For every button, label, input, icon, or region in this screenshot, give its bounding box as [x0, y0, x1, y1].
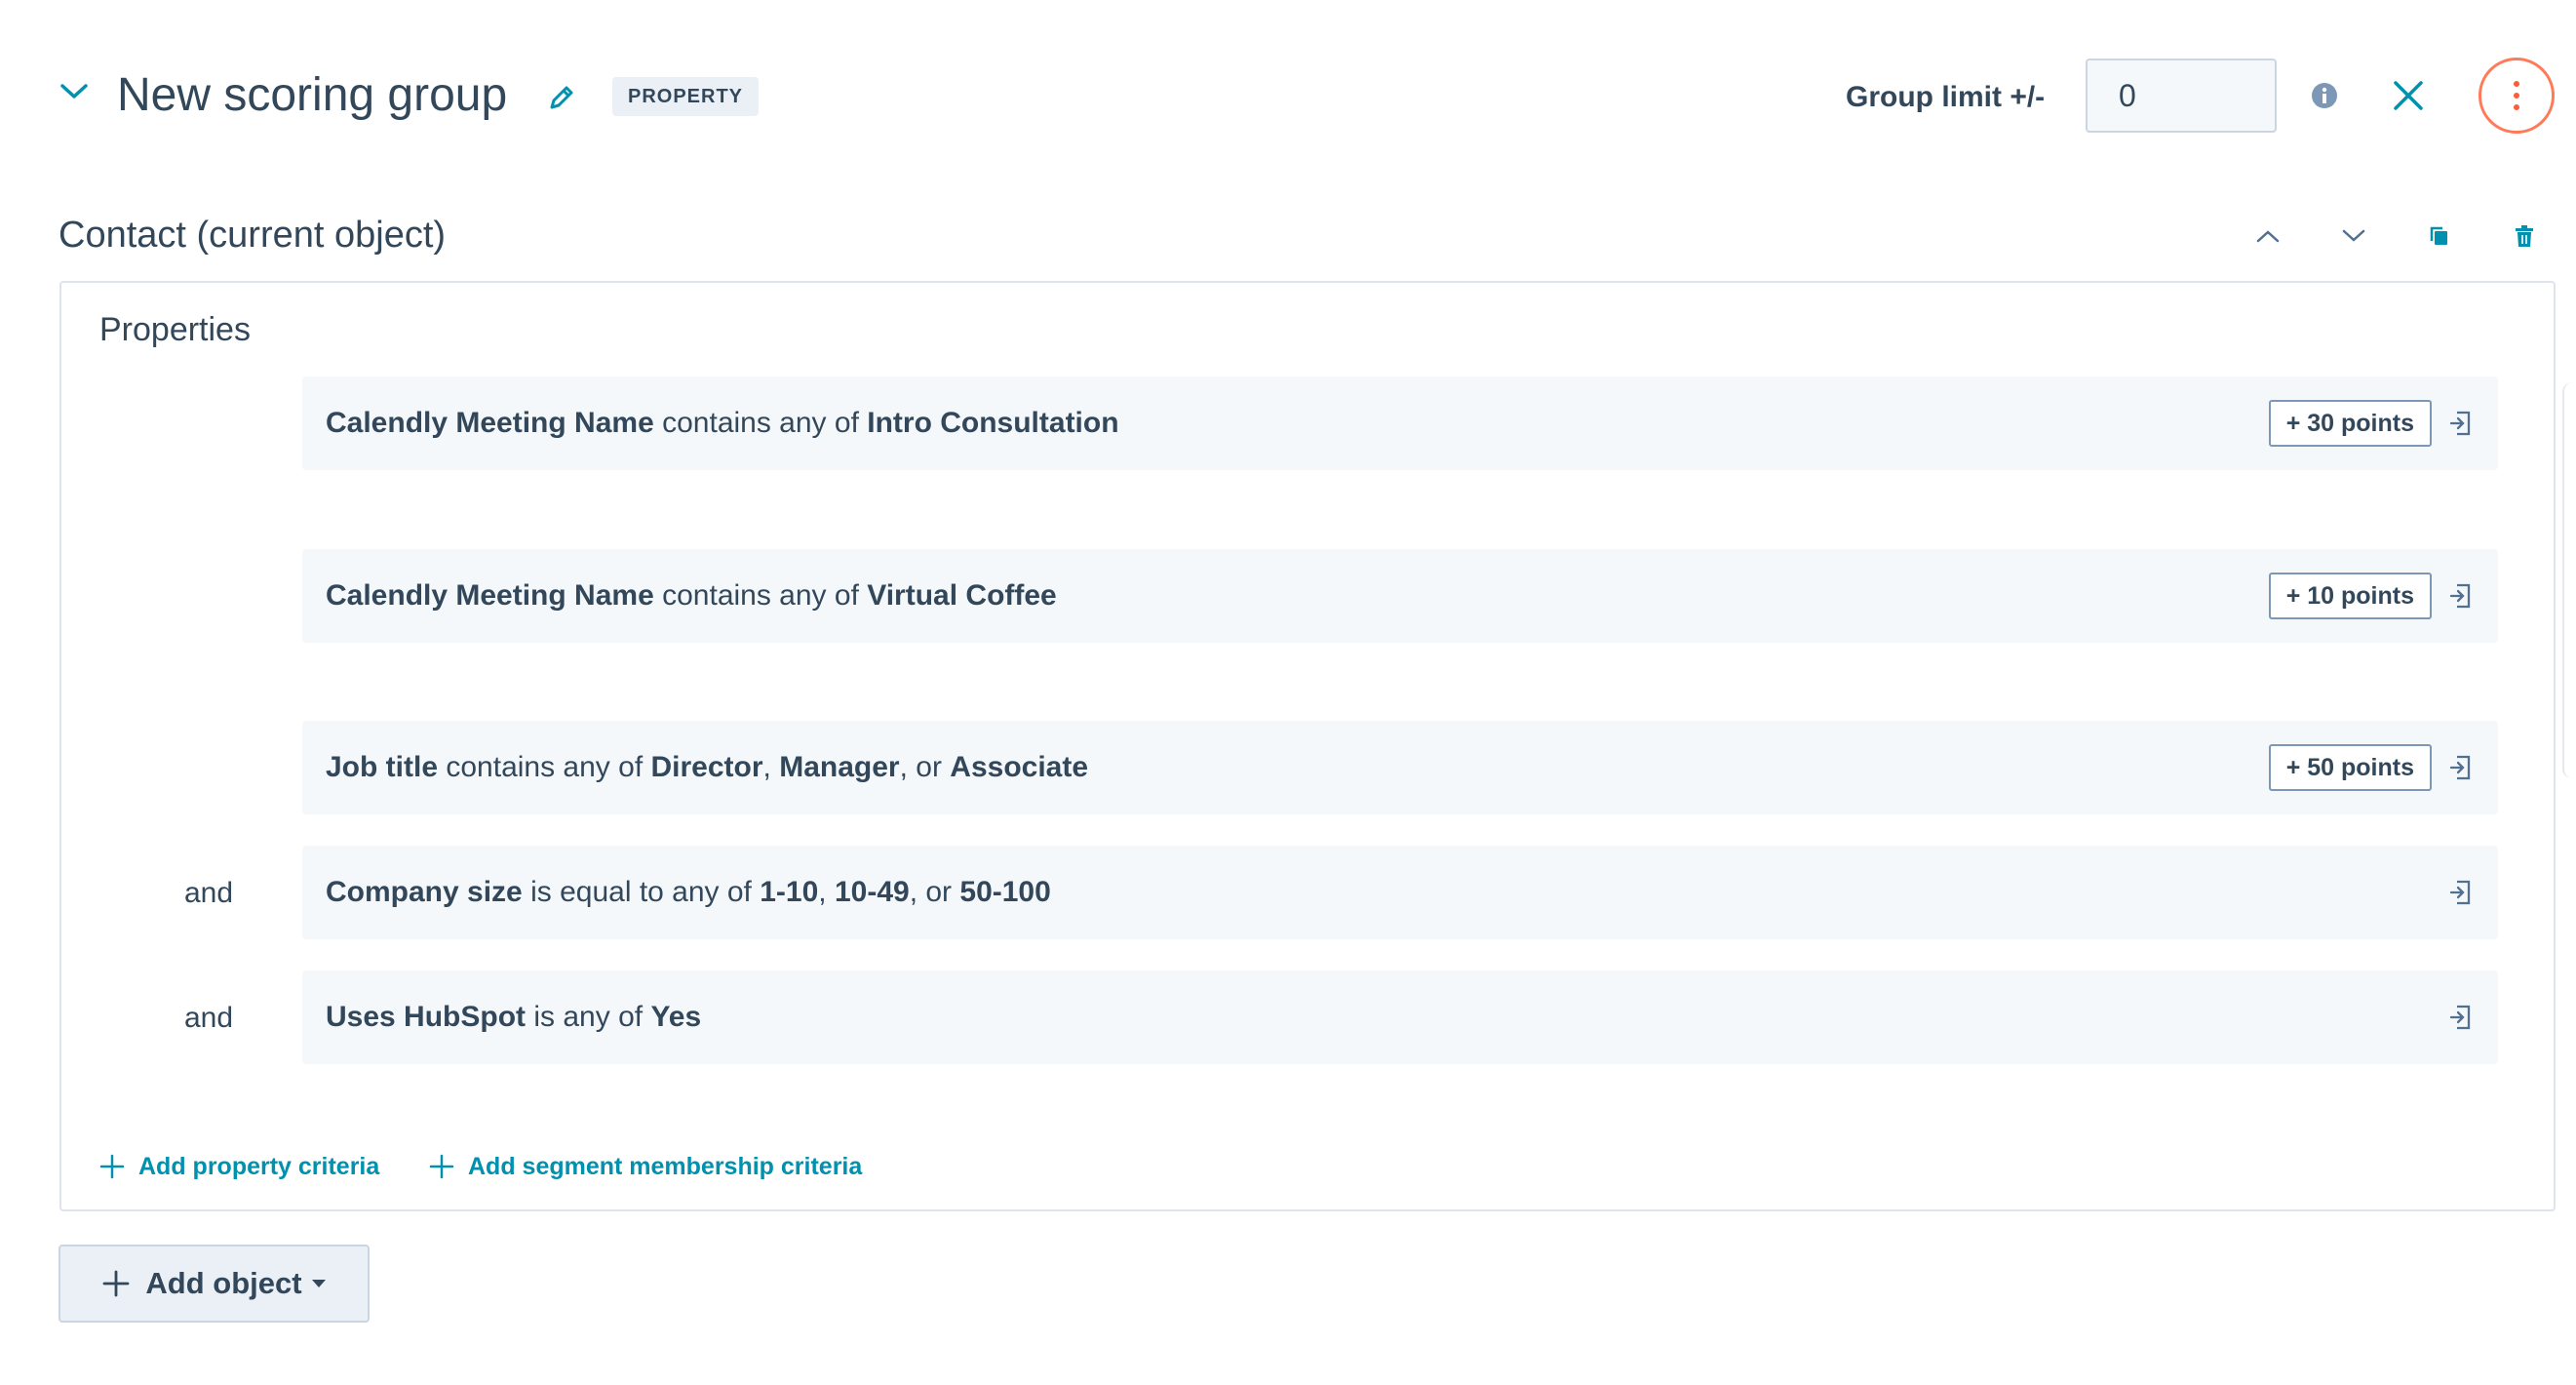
- group-type-tag: PROPERTY: [612, 77, 760, 116]
- criteria-action-button[interactable]: [2443, 750, 2478, 785]
- add-object-label: Add object: [145, 1266, 302, 1300]
- info-icon: [2312, 83, 2337, 108]
- enter-icon: [2449, 755, 2471, 780]
- caret-down-icon: [311, 1280, 326, 1287]
- criteria-action-button[interactable]: [2443, 1000, 2478, 1035]
- group-limit-input[interactable]: [2086, 59, 2277, 133]
- criteria-text: Uses HubSpot is any of Yes: [326, 1001, 702, 1033]
- group-limit-label: Group limit +/-: [1846, 81, 2046, 113]
- criteria-row[interactable]: Calendly Meeting Name contains any of Vi…: [302, 549, 2498, 643]
- side-panel-edge: [2562, 382, 2576, 778]
- add-segment-criteria-link[interactable]: Add segment membership criteria: [429, 1149, 862, 1184]
- add-property-criteria-link[interactable]: Add property criteria: [99, 1149, 379, 1184]
- move-down-button[interactable]: [2334, 217, 2373, 256]
- copy-icon: [2430, 226, 2447, 245]
- delete-object-button[interactable]: [2505, 217, 2544, 256]
- plus-icon: [103, 1270, 130, 1297]
- more-actions-button[interactable]: [2478, 58, 2555, 134]
- criteria-text: Company size is equal to any of 1-10, 10…: [326, 876, 1051, 908]
- criteria-row[interactable]: Uses HubSpot is any of Yes: [302, 970, 2498, 1064]
- criteria-action-button[interactable]: [2443, 875, 2478, 910]
- criteria-action-button[interactable]: [2443, 406, 2478, 441]
- points-badge[interactable]: + 30 points: [2268, 400, 2432, 447]
- add-segment-criteria-label: Add segment membership criteria: [468, 1152, 863, 1180]
- add-property-criteria-label: Add property criteria: [138, 1152, 380, 1180]
- move-up-button[interactable]: [2248, 217, 2287, 256]
- criteria-row[interactable]: Company size is equal to any of 1-10, 10…: [302, 846, 2498, 939]
- enter-icon: [2449, 1005, 2471, 1030]
- group-title: New scoring group: [117, 69, 508, 121]
- object-section-title: Contact (current object): [59, 215, 447, 256]
- clone-object-button[interactable]: [2420, 217, 2459, 256]
- criteria-text: Calendly Meeting Name contains any of Vi…: [326, 579, 1057, 612]
- properties-label: Properties: [99, 311, 251, 348]
- points-badge[interactable]: + 10 points: [2268, 573, 2432, 619]
- criteria-text: Calendly Meeting Name contains any of In…: [326, 407, 1119, 439]
- group-limit-info-button[interactable]: [2309, 80, 2340, 111]
- criteria-row[interactable]: Calendly Meeting Name contains any of In…: [302, 376, 2498, 470]
- add-object-button[interactable]: Add object: [59, 1245, 370, 1323]
- collapse-group-button[interactable]: [57, 74, 92, 109]
- chevron-down-icon: [60, 84, 88, 99]
- edit-title-button[interactable]: [542, 78, 581, 117]
- pencil-icon: [550, 86, 573, 109]
- and-connector: and: [184, 1002, 234, 1034]
- and-connector: and: [184, 877, 234, 909]
- enter-icon: [2449, 583, 2471, 609]
- plus-icon: [429, 1154, 454, 1179]
- criteria-text: Job title contains any of Director, Mana…: [326, 751, 1089, 783]
- close-group-button[interactable]: [2389, 76, 2428, 115]
- points-badge[interactable]: + 50 points: [2268, 744, 2432, 791]
- chevron-up-icon: [2256, 230, 2280, 243]
- vertical-ellipsis-icon: [2514, 78, 2519, 113]
- trash-icon: [2516, 225, 2533, 247]
- plus-icon: [99, 1154, 125, 1179]
- close-icon: [2394, 81, 2423, 110]
- enter-icon: [2449, 880, 2471, 905]
- enter-icon: [2449, 411, 2471, 436]
- chevron-down-icon: [2342, 229, 2365, 242]
- criteria-action-button[interactable]: [2443, 578, 2478, 613]
- criteria-row[interactable]: Job title contains any of Director, Mana…: [302, 721, 2498, 814]
